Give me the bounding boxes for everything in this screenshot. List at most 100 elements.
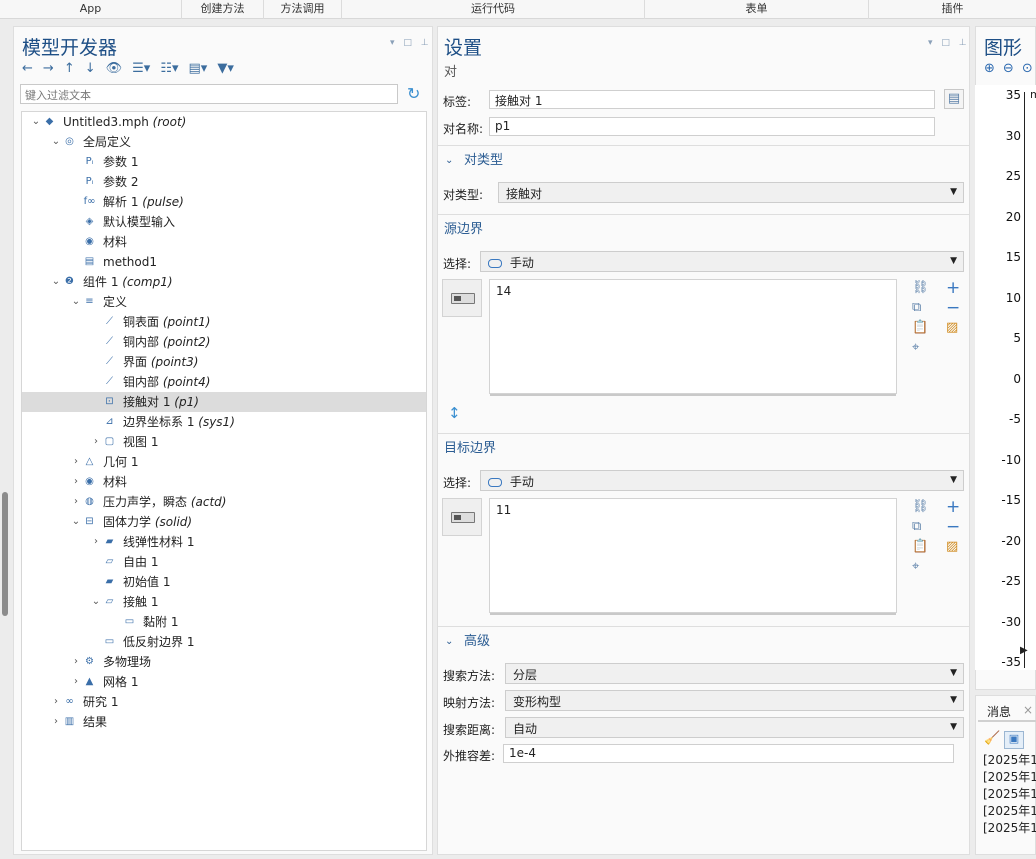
tree-item[interactable]: › ▲ 网格 1 — [22, 672, 426, 692]
tree-item[interactable]: › ⚙ 多物理场 — [22, 652, 426, 672]
chevron-right-icon[interactable]: › — [90, 532, 102, 552]
zoom-to-selection-icon[interactable]: ⌖ — [912, 559, 919, 574]
advanced-section-header[interactable]: ⌄ 高级 — [438, 626, 969, 656]
note-icon[interactable]: ▤ — [944, 89, 964, 109]
chevron-right-icon[interactable]: › — [70, 652, 82, 672]
tree-item[interactable]: ▤ method1 — [22, 252, 426, 272]
tree-item[interactable]: ⌄ ⊟ 固体力学 (solid) — [22, 512, 426, 532]
chevron-right-icon[interactable]: › — [70, 452, 82, 472]
chevron-down-icon[interactable]: ⌄ — [70, 512, 82, 532]
tree-item[interactable]: › ▰ 线弹性材料 1 — [22, 532, 426, 552]
source-activate-selection-button[interactable] — [442, 279, 482, 317]
tree-item[interactable]: ◈ 默认模型输入 — [22, 212, 426, 232]
chevron-down-icon[interactable]: ⌄ — [50, 272, 62, 292]
tree-item[interactable]: ⟋ 铜表面 (point1) — [22, 312, 426, 332]
swap-source-destination-icon[interactable]: ↕ — [448, 404, 461, 422]
clear-selection-icon[interactable]: ▨ — [946, 320, 958, 335]
add-icon[interactable]: + — [946, 497, 960, 517]
pair-type-section-header[interactable]: ⌄ 对类型 — [438, 145, 969, 175]
label-field[interactable]: 接触对 1 — [489, 90, 935, 109]
zoom-out-icon[interactable]: ⊖ — [1003, 61, 1022, 76]
zoom-extents-icon[interactable]: ⊙ — [1022, 61, 1036, 76]
destination-selection-select[interactable]: 手动 ▼ — [480, 470, 964, 491]
tree-item[interactable]: › ◉ 材料 — [22, 472, 426, 492]
ribbon-tab-run-code[interactable]: 运行代码 — [342, 0, 645, 19]
arrow-left-icon[interactable]: ← — [22, 61, 33, 76]
tree-item[interactable]: ⊿ 边界坐标系 1 (sys1) — [22, 412, 426, 432]
tree-item[interactable]: ▱ 自由 1 — [22, 552, 426, 572]
ribbon-tab-app[interactable]: App — [0, 0, 182, 19]
tree-item[interactable]: › ▥ 结果 — [22, 712, 426, 732]
destination-boundary-list[interactable]: 11 — [489, 498, 897, 615]
search-method-select[interactable]: 分层 ▼ — [505, 663, 964, 684]
tree-filter-input[interactable]: 键入过滤文本 — [20, 84, 398, 104]
zoom-to-selection-icon[interactable]: ⌖ — [912, 340, 919, 355]
messages-tab[interactable]: 消息 × — [978, 700, 1036, 722]
eye-icon[interactable]: 👁 — [106, 61, 123, 76]
ribbon-tab-plugins[interactable]: 插件 — [869, 0, 1036, 19]
copy-selection-icon[interactable]: ⧉ — [912, 519, 921, 534]
tree-item[interactable]: ▰ 初始值 1 — [22, 572, 426, 592]
source-boundary-list[interactable]: 14 — [489, 279, 897, 396]
tree-item[interactable]: › ∞ 研究 1 — [22, 692, 426, 712]
tree-item[interactable]: ⌄ ◆ Untitled3.mph (root) — [22, 112, 426, 132]
settings-panel-controls[interactable]: ▾ □ ⊥ — [928, 38, 970, 48]
remove-icon[interactable]: − — [946, 298, 960, 318]
chevron-right-icon[interactable]: › — [70, 492, 82, 512]
clear-messages-icon[interactable]: 🧹 — [984, 731, 1000, 746]
arrow-right-icon[interactable]: → — [43, 61, 54, 76]
tree-layout-icon[interactable]: ▤▾ — [189, 61, 208, 76]
collapse-sections-icon[interactable]: ☷▾ — [160, 61, 178, 76]
paste-selection-icon[interactable]: 📋 — [912, 320, 928, 335]
tree-item[interactable]: ⌄ ▱ 接触 1 — [22, 592, 426, 612]
select-boundaries-icon[interactable]: ⛓ — [912, 499, 929, 514]
tree-item[interactable]: ⟋ 钼内部 (point4) — [22, 372, 426, 392]
tree-item[interactable]: ⟋ 界面 (point3) — [22, 352, 426, 372]
dynamic-help-icon[interactable]: ▼▾ — [217, 61, 234, 76]
chevron-right-icon[interactable]: › — [50, 712, 62, 732]
close-icon[interactable]: × — [1023, 703, 1033, 717]
mapping-method-select[interactable]: 变形构型 ▼ — [505, 690, 964, 711]
clear-selection-icon[interactable]: ▨ — [946, 539, 958, 554]
source-selection-select[interactable]: 手动 ▼ — [480, 251, 964, 272]
refresh-icon[interactable]: ↻ — [407, 84, 420, 103]
tree-item[interactable]: Pᵢ 参数 1 — [22, 152, 426, 172]
expand-sections-icon[interactable]: ☰▾ — [132, 61, 150, 76]
tree-item[interactable]: › △ 几何 1 — [22, 452, 426, 472]
chevron-down-icon[interactable]: ⌄ — [70, 292, 82, 312]
copy-selection-icon[interactable]: ⧉ — [912, 300, 921, 315]
arrow-up-icon[interactable]: ↑ — [64, 61, 75, 76]
source-boundary-section-header[interactable]: 源边界 — [438, 214, 969, 244]
tree-item[interactable]: ▭ 低反射边界 1 — [22, 632, 426, 652]
ribbon-tab-method-call[interactable]: 方法调用 — [264, 0, 342, 19]
chevron-right-icon[interactable]: › — [70, 672, 82, 692]
ribbon-tab-create-method[interactable]: 创建方法 — [182, 0, 264, 19]
chevron-down-icon[interactable]: ⌄ — [90, 592, 102, 612]
search-distance-select[interactable]: 自动 ▼ — [505, 717, 964, 738]
tree-item[interactable]: f∞ 解析 1 (pulse) — [22, 192, 426, 212]
tree-item[interactable]: ⊡ 接触对 1 (p1) — [22, 392, 426, 412]
add-icon[interactable]: + — [946, 278, 960, 298]
pair-type-select[interactable]: 接触对 ▼ — [498, 182, 964, 203]
tree-item[interactable]: Pᵢ 参数 2 — [22, 172, 426, 192]
select-boundaries-icon[interactable]: ⛓ — [912, 280, 929, 295]
chevron-right-icon[interactable]: › — [50, 692, 62, 712]
chevron-down-icon[interactable]: ⌄ — [50, 132, 62, 152]
destination-activate-selection-button[interactable] — [442, 498, 482, 536]
tree-item[interactable]: ▭ 黏附 1 — [22, 612, 426, 632]
zoom-in-icon[interactable]: ⊕ — [984, 61, 1003, 76]
destination-boundary-section-header[interactable]: 目标边界 — [438, 433, 969, 463]
ribbon-tab-form[interactable]: 表单 — [645, 0, 869, 19]
tree-item[interactable]: ⌄ ◎ 全局定义 — [22, 132, 426, 152]
chevron-right-icon[interactable]: › — [70, 472, 82, 492]
tree-item[interactable]: › ▢ 视图 1 — [22, 432, 426, 452]
pair-name-field[interactable]: p1 — [489, 117, 935, 136]
chevron-down-icon[interactable]: ⌄ — [30, 112, 42, 132]
paste-selection-icon[interactable]: 📋 — [912, 539, 928, 554]
chevron-right-icon[interactable]: › — [90, 432, 102, 452]
tree-item[interactable]: ⌄ ≡ 定义 — [22, 292, 426, 312]
arrow-down-icon[interactable]: ↓ — [85, 61, 96, 76]
tree-item[interactable]: ◉ 材料 — [22, 232, 426, 252]
tree-item[interactable]: › ◍ 压力声学，瞬态 (actd) — [22, 492, 426, 512]
tree-item[interactable]: ⟋ 铜内部 (point2) — [22, 332, 426, 352]
